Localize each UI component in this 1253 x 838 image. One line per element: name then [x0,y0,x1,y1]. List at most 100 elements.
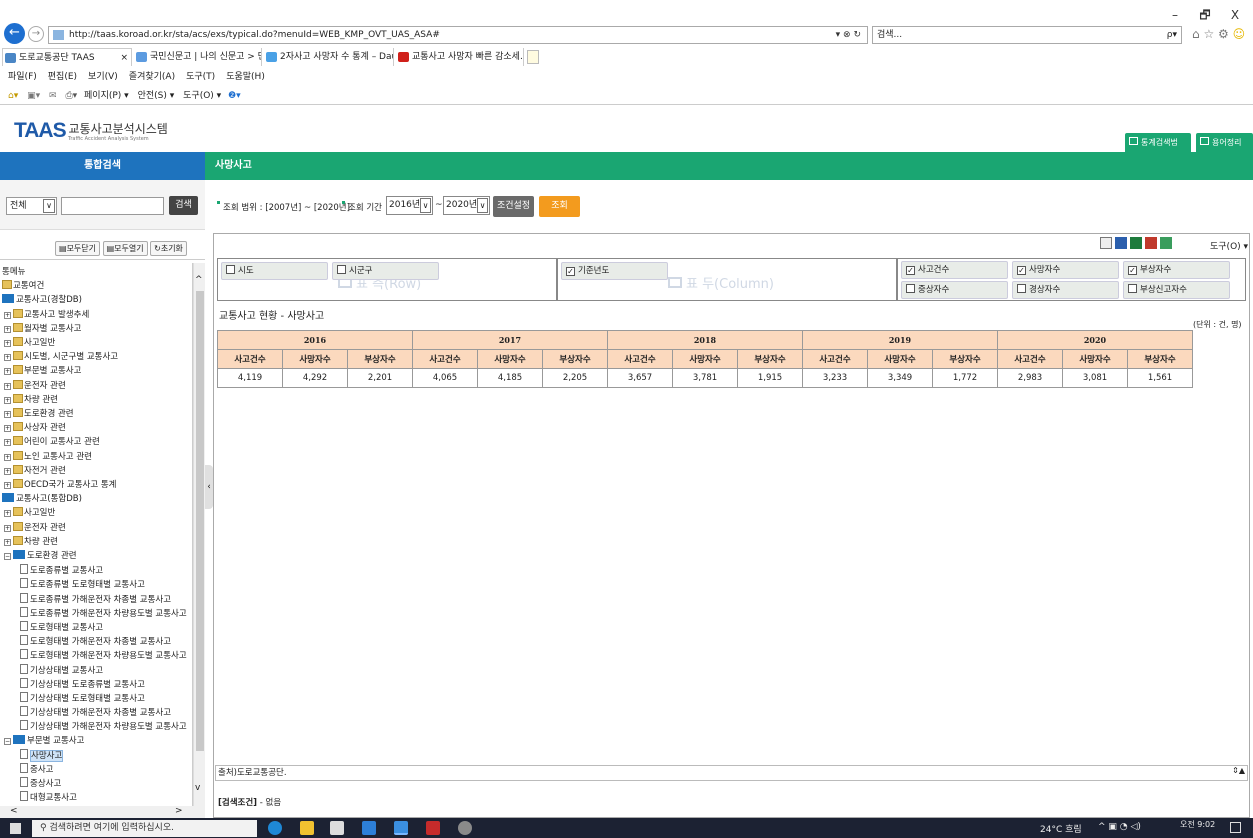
tree-item[interactable]: + OECD국가 교통사고 통계 [4,479,117,491]
measure-injured[interactable]: ✓ 부상자수 [1123,261,1230,279]
help-icon[interactable]: ❷▾ [228,91,241,101]
tree-item[interactable]: + 차량 관련 [4,393,58,406]
tree-item[interactable]: + 시도별, 시군구별 교통사고 [4,351,118,363]
tree-item[interactable]: 중사고 [20,763,53,776]
scroll-up-arrow[interactable]: ^ [195,275,203,285]
tree-item[interactable]: 기상상태별 가해운전자 차종별 교통사고 [20,706,171,719]
tree-item[interactable]: + 도로환경 관련 [4,408,74,420]
checkbox[interactable] [906,284,915,293]
pdf-icon[interactable] [1144,237,1157,249]
expand-icon[interactable]: + [4,467,11,475]
col-dim-year[interactable]: ✓ 기준년도 [561,262,668,280]
back-button[interactable]: ← [4,23,25,44]
condition-button[interactable]: 조건설정 [493,196,534,217]
hwp-icon[interactable] [1159,237,1172,249]
tab-news[interactable]: 교통사고 사망자 빠른 감소세... [396,48,524,66]
to-year-select[interactable]: 2020년 ∨ [443,196,490,215]
edge-icon[interactable] [268,821,282,835]
close-window-button[interactable]: X [1220,8,1250,22]
tree-item[interactable]: 사망사고 [20,748,64,762]
menu-help[interactable]: 도움말(H) [226,72,265,82]
tree-item[interactable]: 도로형태별 교통사고 [20,621,103,634]
expand-icon[interactable]: + [4,396,11,404]
tree-item[interactable]: − 도로환경 관련 [4,550,77,562]
scroll-thumb[interactable] [196,291,204,751]
mail-icon[interactable]: ✉ [49,91,57,101]
tree-item[interactable]: 기상상태별 가해운전자 차량용도별 교통사고 [20,720,187,733]
tab-sinmungo[interactable]: 국민신문고 | 나의 신문고 > 민... [134,48,262,66]
tree-item[interactable]: + 사고일반 [4,507,55,519]
query-button[interactable]: 조회 [539,196,580,217]
measure-accidents[interactable]: ✓ 사고건수 [901,261,1008,279]
store-icon[interactable] [330,821,344,835]
checkbox-checked[interactable]: ✓ [566,267,575,276]
tools-dropdown[interactable]: 도구(O) ▾ [1210,239,1248,252]
tree-item[interactable]: + 자전거 관련 [4,464,66,477]
taskbar-search-input[interactable]: ⚲ 검색하려면 여기에 입력하십시오. [32,820,257,837]
expand-icon[interactable]: + [4,425,11,433]
scroll-right-arrow[interactable]: > [175,806,183,816]
collapse-icon[interactable]: − [4,737,11,745]
tree-item[interactable]: + 차량 관련 [4,535,58,548]
expand-icon[interactable]: + [4,325,11,333]
measure-minor-injured[interactable]: 경상자수 [1012,281,1119,299]
tab-taas[interactable]: 도로교통공단 TAAS × [2,48,132,66]
checkbox-checked[interactable]: ✓ [1128,266,1137,275]
expand-icon[interactable]: + [4,482,11,489]
checkbox-checked[interactable]: ✓ [906,266,915,275]
tree-item[interactable]: 기상상태별 도로종류별 교통사고 [20,677,145,691]
checkbox[interactable] [337,265,346,274]
tree-item[interactable]: 교통사고(경찰DB) [2,294,82,306]
scroll-down-arrow[interactable]: v [195,783,200,793]
menu-file[interactable]: 파일(F) [8,72,37,82]
menu-view[interactable]: 보기(V) [88,72,118,82]
tab-close-icon[interactable]: × [120,49,128,66]
stats-search-guide-button[interactable]: 통계검색법 [1125,133,1191,152]
expand-icon[interactable]: + [4,382,11,390]
word-icon[interactable] [1114,237,1127,249]
expand-icon[interactable]: + [4,311,11,319]
tree-scrollbar[interactable]: ^ v [193,263,205,806]
expand-icon[interactable]: + [4,453,11,461]
tree-item[interactable]: 도로형태별 가해운전자 차종별 교통사고 [20,635,171,648]
page-menu[interactable]: 페이지(P) ▾ [84,91,129,101]
safety-menu[interactable]: 안전(S) ▾ [138,91,175,101]
excel-icon[interactable] [1129,237,1142,249]
expand-icon[interactable]: + [4,524,11,532]
menu-favorites[interactable]: 즐겨찾기(A) [129,72,175,82]
glossary-button[interactable]: 용어정리 [1196,133,1253,152]
notification-icon[interactable] [1230,822,1241,833]
mail-icon[interactable] [362,821,376,835]
menu-tools[interactable]: 도구(T) [186,72,215,82]
print-icon[interactable] [1100,237,1112,249]
checkbox[interactable] [226,265,235,274]
tree-item[interactable]: 교통사고(통합DB) [2,493,82,505]
panel-collapse-handle[interactable]: ‹ [205,465,213,509]
menu-edit[interactable]: 편집(E) [48,72,77,82]
tree-item[interactable]: 도로종류별 가해운전자 차종별 교통사고 [20,592,171,606]
collapse-icon[interactable]: − [4,553,11,560]
paint-icon[interactable] [458,821,472,835]
expand-icon[interactable]: + [4,411,11,418]
tree-item[interactable]: + 월자별 교통사고 [4,322,81,335]
site-logo[interactable]: TAAS 교통사고분석시스템 Traffic Accident Analysis… [14,119,168,143]
checkbox[interactable] [1017,284,1026,293]
clock-text[interactable]: 오전 9:02 [1180,819,1215,830]
expand-icon[interactable]: + [4,368,11,376]
from-year-select[interactable]: 2016년 ∨ [386,196,433,215]
collapse-all-button[interactable]: ▤모두닫기 [55,241,101,256]
tree-hscrollbar[interactable]: < > [0,806,205,818]
tree-item[interactable]: 도로종류별 교통사고 [20,564,103,577]
print-icon[interactable]: ⎙▾ [65,91,77,101]
favorites-icon[interactable]: ☆ [1203,27,1214,41]
expand-all-button[interactable]: ▤모두열기 [102,241,148,256]
windows-start-icon[interactable] [10,823,21,834]
tree-item[interactable]: + 어린이 교통사고 관련 [4,436,100,448]
tree-item[interactable]: − 부문별 교통사고 [4,734,84,747]
tree-item[interactable]: 대형교통사고 [20,791,77,804]
scope-select[interactable]: 전체 ∨ [6,197,57,215]
left-search-input[interactable] [61,197,164,215]
measure-serious-injured[interactable]: 중상자수 [901,281,1008,299]
tree-item[interactable]: + 교통사고 발생추세 [4,308,89,321]
minimize-button[interactable]: – [1160,8,1190,22]
